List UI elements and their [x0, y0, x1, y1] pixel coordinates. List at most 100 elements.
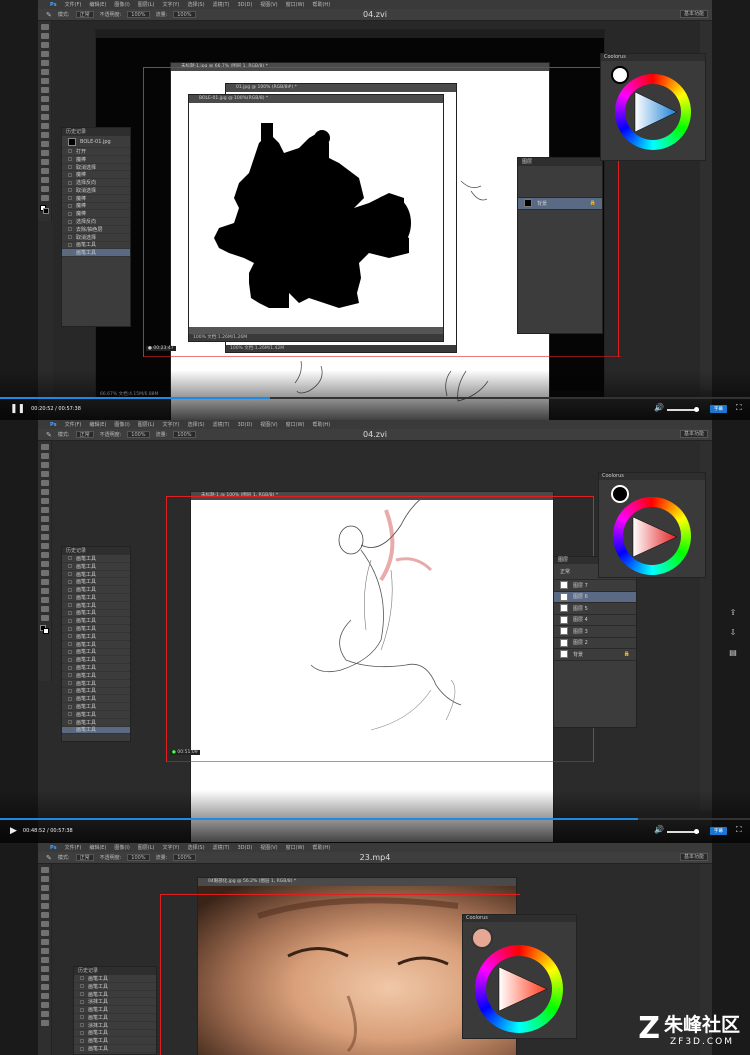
- hand-tool-icon[interactable]: [40, 186, 49, 192]
- history-item[interactable]: 涂抹工具: [74, 1022, 156, 1030]
- layer-row[interactable]: 图层 7: [554, 580, 636, 592]
- heal-tool-icon[interactable]: [40, 921, 49, 927]
- history-item[interactable]: 取消选择: [62, 164, 130, 172]
- menu-item[interactable]: 图像(I): [114, 1, 129, 8]
- layer-row[interactable]: 图层 6: [554, 591, 636, 603]
- history-item[interactable]: 画笔工具: [62, 726, 130, 735]
- layer-row[interactable]: 图层 4: [554, 615, 636, 626]
- menu-item[interactable]: 文字(Y): [162, 1, 179, 8]
- menu-item[interactable]: 帮助(H): [312, 1, 330, 8]
- menu-item[interactable]: 文字(Y): [162, 844, 179, 851]
- layer-row[interactable]: 图层 3: [554, 626, 636, 638]
- menu-item[interactable]: 选择(S): [187, 844, 204, 851]
- history-item[interactable]: 画笔工具: [62, 249, 130, 258]
- menu-item[interactable]: Ps: [50, 422, 57, 428]
- history-brush-icon[interactable]: [40, 525, 49, 531]
- menu-item[interactable]: 3D(D): [238, 845, 253, 851]
- menu-item[interactable]: 选择(S): [187, 1, 204, 8]
- menu-item[interactable]: 滤镜(T): [213, 1, 230, 8]
- history-item[interactable]: 打开: [62, 148, 130, 156]
- color-swatches-icon[interactable]: [39, 625, 50, 635]
- history-brush-icon[interactable]: [40, 948, 49, 954]
- marquee-tool-icon[interactable]: [40, 453, 49, 459]
- history-item[interactable]: 魔棒: [62, 203, 130, 211]
- document-title[interactable]: 04眼部化.jpg @ 56.2% (图层 1, RGB/8) *: [198, 878, 516, 886]
- history-item[interactable]: 画笔工具: [62, 617, 130, 626]
- menu-item[interactable]: 帮助(H): [312, 421, 330, 428]
- pen-tool-icon[interactable]: [40, 993, 49, 999]
- history-item[interactable]: 选择反向: [62, 218, 130, 226]
- history-item[interactable]: 画笔工具: [62, 649, 130, 657]
- history-item[interactable]: 画笔工具: [62, 586, 130, 594]
- history-item[interactable]: 涂抹工具: [74, 998, 156, 1007]
- menu-item[interactable]: 文件(F): [65, 1, 82, 8]
- volume-slider[interactable]: [667, 407, 699, 412]
- pause-icon[interactable]: ❚❚: [10, 404, 25, 414]
- notes-icon[interactable]: ▤: [728, 648, 738, 658]
- blur-tool-icon[interactable]: [40, 132, 49, 138]
- history-item[interactable]: 魔棒: [62, 156, 130, 164]
- pen-tool-icon[interactable]: [40, 150, 49, 156]
- stamp-tool-icon[interactable]: [40, 516, 49, 522]
- fullscreen-icon[interactable]: ⛶: [736, 825, 742, 835]
- color-triangle[interactable]: [613, 497, 691, 575]
- marquee-tool-icon[interactable]: [40, 33, 49, 39]
- layer-row[interactable]: 图层 5: [554, 603, 636, 615]
- wand-tool-icon[interactable]: [40, 51, 49, 57]
- wand-tool-icon[interactable]: [40, 894, 49, 900]
- layer-row[interactable]: 背景 🔒: [554, 649, 636, 661]
- menu-item[interactable]: 图像(I): [114, 421, 129, 428]
- menu-item[interactable]: 窗口(W): [286, 844, 305, 851]
- shape-tool-icon[interactable]: [40, 1020, 49, 1026]
- color-wheel[interactable]: [475, 945, 563, 1033]
- crop-tool-icon[interactable]: [40, 480, 49, 486]
- history-item[interactable]: 画笔工具: [74, 975, 156, 983]
- history-item[interactable]: 画笔工具: [74, 983, 156, 991]
- history-item[interactable]: 画笔工具: [62, 633, 130, 641]
- color-wheel[interactable]: [615, 74, 691, 150]
- eraser-tool-icon[interactable]: [40, 957, 49, 963]
- gradient-tool-icon[interactable]: [40, 966, 49, 972]
- subtitle-button[interactable]: 字幕: [710, 827, 727, 835]
- eraser-tool-icon[interactable]: [40, 114, 49, 120]
- history-item[interactable]: 画笔工具: [74, 1037, 156, 1046]
- volume-icon[interactable]: 🔊: [654, 825, 664, 834]
- menu-item[interactable]: Ps: [50, 845, 57, 851]
- subtitle-button[interactable]: 字幕: [710, 405, 727, 413]
- menu-item[interactable]: 编辑(E): [89, 844, 106, 851]
- workspace-select[interactable]: 基本功能: [680, 853, 708, 861]
- brush-tool-icon[interactable]: [40, 87, 49, 93]
- stamp-tool-icon[interactable]: [40, 939, 49, 945]
- path-tool-icon[interactable]: [40, 1011, 49, 1017]
- eyedropper-tool-icon[interactable]: [40, 912, 49, 918]
- brush-tool-icon[interactable]: [40, 507, 49, 513]
- eraser-tool-icon[interactable]: [40, 534, 49, 540]
- menu-item[interactable]: 图层(L): [138, 421, 155, 428]
- history-item[interactable]: 画笔工具: [62, 680, 130, 688]
- history-item[interactable]: 取消选择: [62, 187, 130, 195]
- progress-bar[interactable]: [0, 818, 750, 820]
- crop-tool-icon[interactable]: [40, 60, 49, 66]
- menu-item[interactable]: 图层(L): [138, 844, 155, 851]
- history-item[interactable]: 画笔工具: [62, 664, 130, 672]
- lasso-tool-icon[interactable]: [40, 462, 49, 468]
- menu-item[interactable]: 编辑(E): [89, 421, 106, 428]
- menu-item[interactable]: 视图(V): [260, 844, 277, 851]
- shape-tool-icon[interactable]: [40, 177, 49, 183]
- wand-tool-icon[interactable]: [40, 471, 49, 477]
- history-item[interactable]: 画笔工具: [62, 610, 130, 618]
- history-item[interactable]: 画笔工具: [62, 703, 130, 711]
- pen-tool-icon[interactable]: [40, 570, 49, 576]
- type-tool-icon[interactable]: [40, 159, 49, 165]
- progress-bar[interactable]: [0, 397, 750, 399]
- history-item[interactable]: 画笔工具: [62, 594, 130, 602]
- move-tool-icon[interactable]: [40, 444, 49, 450]
- blur-tool-icon[interactable]: [40, 552, 49, 558]
- gradient-tool-icon[interactable]: [40, 543, 49, 549]
- menu-item[interactable]: 视图(V): [260, 421, 277, 428]
- menu-item[interactable]: 编辑(E): [89, 1, 106, 8]
- lasso-tool-icon[interactable]: [40, 885, 49, 891]
- path-tool-icon[interactable]: [40, 588, 49, 594]
- menu-item[interactable]: 选择(S): [187, 421, 204, 428]
- history-item[interactable]: 画笔工具: [62, 656, 130, 665]
